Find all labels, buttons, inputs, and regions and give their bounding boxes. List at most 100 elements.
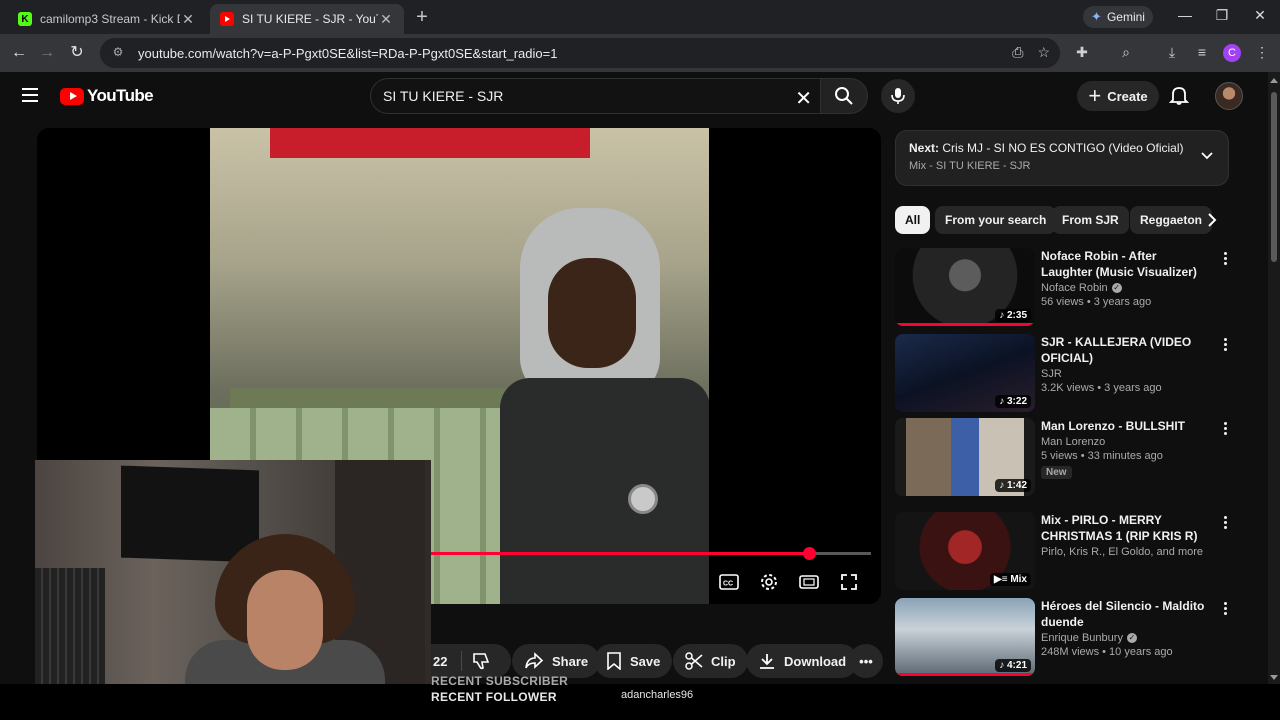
video-thumbnail[interactable]: ▶≡ Mix: [895, 512, 1035, 590]
account-avatar[interactable]: [1215, 82, 1243, 110]
forward-icon[interactable]: →: [36, 42, 58, 64]
search-input[interactable]: SI TU KIERE - SJR ✕: [370, 78, 820, 114]
video-title[interactable]: Man Lorenzo - BULLSHIT: [1041, 418, 1206, 434]
save-button[interactable]: Save: [594, 644, 673, 678]
address-bar[interactable]: ⚙ youtube.com/watch?v=a-P-Pgxt0SE&list=R…: [100, 38, 1060, 68]
voice-search-button[interactable]: [881, 79, 915, 113]
close-window-icon[interactable]: ✕: [1250, 7, 1270, 24]
webcam-scene-face: [247, 570, 323, 670]
scrubber-knob[interactable]: [803, 547, 817, 560]
reload-icon[interactable]: ↻: [66, 42, 88, 64]
download-button[interactable]: Download: [746, 644, 859, 678]
video-thumbnail[interactable]: ♪ 3:22: [895, 334, 1035, 412]
recommended-video[interactable]: ♪ 2:35 Noface Robin - After Laughter (Mu…: [895, 248, 1235, 328]
video-thumbnail[interactable]: ♪ 2:35: [895, 248, 1035, 326]
menu-icon[interactable]: [22, 88, 38, 102]
video-menu-icon[interactable]: [1217, 516, 1233, 532]
bookmark-icon: [607, 652, 621, 670]
notifications-bell-icon[interactable]: [1168, 84, 1192, 108]
scroll-down-arrow-icon[interactable]: [1270, 675, 1278, 680]
video-menu-icon[interactable]: [1217, 338, 1233, 354]
clear-search-icon[interactable]: ✕: [795, 86, 812, 111]
scissors-icon: [685, 652, 703, 670]
youtube-logo[interactable]: YouTube: [60, 86, 154, 106]
video-menu-icon[interactable]: [1217, 252, 1233, 268]
theater-mode-icon[interactable]: [797, 570, 821, 594]
recommended-video[interactable]: ♪ 1:42 Man Lorenzo - BULLSHIT Man Lorenz…: [895, 418, 1235, 498]
progress-played: [431, 552, 810, 555]
video-info: Man Lorenzo - BULLSHIT Man Lorenzo 5 vie…: [1041, 418, 1206, 480]
chevron-down-icon[interactable]: [1200, 149, 1214, 163]
mix-badge: ▶≡ Mix: [990, 573, 1031, 586]
extensions-icon[interactable]: ✚: [1072, 44, 1092, 64]
site-info-icon[interactable]: ⚙: [110, 45, 126, 61]
progress-bar[interactable]: [431, 547, 871, 560]
clip-button[interactable]: Clip: [673, 644, 748, 678]
video-thumbnail[interactable]: ♪ 1:42: [895, 418, 1035, 496]
tab-title: camilomp3 Stream - Kick Dashboa: [40, 12, 180, 26]
create-label: Create: [1107, 88, 1148, 104]
bookmark-star-icon[interactable]: ☆: [1037, 44, 1050, 61]
video-title[interactable]: Mix - PIRLO - MERRY CHRISTMAS 1 (RIP KRI…: [1041, 512, 1206, 544]
restore-icon[interactable]: ❐: [1212, 7, 1232, 24]
install-app-icon[interactable]: ⎙: [1012, 44, 1023, 61]
profile-avatar[interactable]: C: [1223, 44, 1241, 62]
tab-youtube[interactable]: SI TU KIERE - SJR - YouTube ✕: [210, 4, 404, 34]
channel-name[interactable]: Noface Robin: [1041, 282, 1108, 294]
scrollbar-thumb[interactable]: [1271, 92, 1277, 262]
new-tab-button[interactable]: +: [410, 6, 434, 30]
dislike-icon[interactable]: [471, 651, 491, 674]
fullscreen-icon[interactable]: [837, 570, 861, 594]
download-arrow-icon: [760, 654, 774, 669]
back-icon[interactable]: ←: [8, 42, 30, 64]
webcam-scene-keyboard: [35, 568, 105, 684]
youtube-play-icon: [60, 87, 84, 105]
plus-icon: +: [1088, 83, 1102, 108]
up-next-panel[interactable]: Next: Cris MJ - SI NO ES CONTIGO (Video …: [895, 130, 1229, 186]
recommended-video[interactable]: ♪ 4:21 Héroes del Silencio - Maldito due…: [895, 598, 1235, 678]
close-tab-icon[interactable]: ✕: [180, 11, 196, 28]
chip-from-sjr[interactable]: From SJR: [1052, 206, 1129, 234]
chip-all[interactable]: All: [895, 206, 931, 234]
chip-from-your-search[interactable]: From your search: [935, 206, 1057, 234]
video-meta: 248M views • 10 years ago: [1041, 646, 1173, 658]
minimize-icon[interactable]: —: [1175, 7, 1195, 23]
page-scrollbar[interactable]: [1268, 72, 1280, 684]
video-title[interactable]: SJR - KALLEJERA (VIDEO OFICIAL): [1041, 334, 1206, 366]
create-button[interactable]: + Create: [1077, 81, 1159, 111]
channel-name[interactable]: Man Lorenzo: [1041, 436, 1105, 448]
video-title[interactable]: Noface Robin - After Laughter (Music Vis…: [1041, 248, 1206, 280]
video-thumbnail[interactable]: ♪ 4:21: [895, 598, 1035, 676]
download-icon[interactable]: ⤓: [1162, 44, 1182, 64]
chips-next-button[interactable]: [1200, 208, 1224, 232]
sidepanel-search-icon[interactable]: ⌕: [1116, 44, 1136, 64]
channel-name[interactable]: Enrique Bunbury: [1041, 632, 1123, 644]
media-controls-icon[interactable]: ≡: [1192, 44, 1212, 64]
video-info: Mix - PIRLO - MERRY CHRISTMAS 1 (RIP KRI…: [1041, 512, 1206, 558]
channel-name[interactable]: SJR: [1041, 368, 1062, 380]
close-tab-icon[interactable]: ✕: [378, 11, 394, 28]
video-title[interactable]: Héroes del Silencio - Maldito duende: [1041, 598, 1206, 630]
gemini-label: Gemini: [1106, 10, 1145, 24]
duration-badge: ♪ 4:21: [995, 659, 1031, 672]
video-menu-icon[interactable]: [1217, 602, 1233, 618]
share-button[interactable]: Share: [512, 644, 601, 678]
tab-kick-dashboard[interactable]: K camilomp3 Stream - Kick Dashboa ✕: [8, 4, 206, 34]
channel-line: Man Lorenzo: [1041, 436, 1206, 448]
gemini-icon: ✦: [1091, 9, 1102, 24]
recommended-mix[interactable]: ▶≡ Mix Mix - PIRLO - MERRY CHRISTMAS 1 (…: [895, 512, 1235, 592]
subtitles-icon[interactable]: CC: [717, 570, 741, 594]
gemini-button[interactable]: ✦ Gemini: [1083, 6, 1153, 28]
channel-name[interactable]: Pirlo, Kris R., El Goldo, and more: [1041, 546, 1203, 558]
scroll-up-arrow-icon[interactable]: [1270, 78, 1278, 83]
watched-progress: [895, 673, 1035, 676]
browser-menu-icon[interactable]: ⋮: [1252, 44, 1272, 64]
like-count[interactable]: 22: [433, 654, 447, 669]
masthead: YouTube SI TU KIERE - SJR ✕ + Create: [0, 72, 1268, 120]
more-actions-button[interactable]: •••: [849, 644, 883, 678]
recommended-video[interactable]: ♪ 3:22 SJR - KALLEJERA (VIDEO OFICIAL) S…: [895, 334, 1235, 414]
search-button[interactable]: [820, 78, 868, 114]
video-menu-icon[interactable]: [1217, 422, 1233, 438]
settings-gear-icon[interactable]: [757, 570, 781, 594]
search-query: SI TU KIERE - SJR: [383, 88, 504, 104]
